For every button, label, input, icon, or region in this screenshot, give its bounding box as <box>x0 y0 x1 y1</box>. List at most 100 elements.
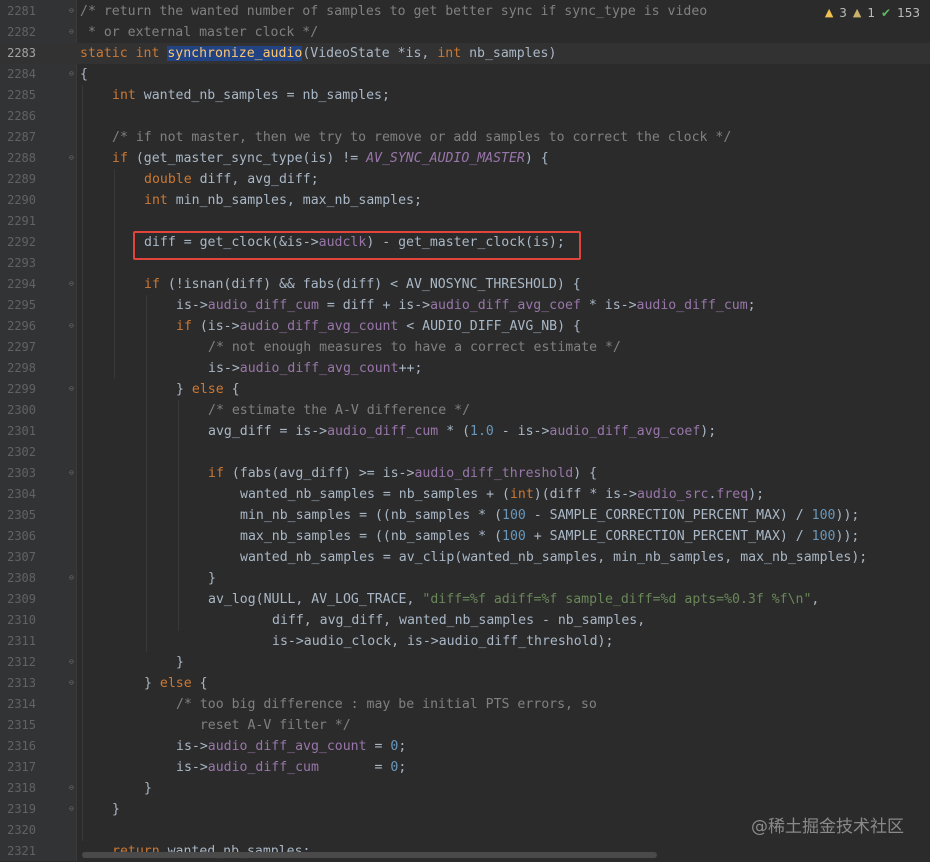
code-line[interactable]: 2298 is->audio_diff_avg_count++; <box>0 358 930 379</box>
fold-marker-icon[interactable]: ⊖ <box>69 322 76 330</box>
code-line[interactable]: 2294 ⊖ if (!isnan(diff) && fabs(diff) < AV… <box>0 274 930 295</box>
code-line[interactable]: 2304 wanted_nb_samples = nb_samples + (in… <box>0 484 930 505</box>
code-text: max_nb_samples = ((nb_samples * (100 + S… <box>240 526 859 547</box>
line-number: 2309 <box>7 592 36 606</box>
code-token: wanted_nb_samples = nb_samples + ( <box>240 487 510 502</box>
code-line[interactable]: 2308 ⊖} <box>0 568 930 589</box>
code-token: is->audio_clock, is->audio_diff_threshol… <box>272 634 614 649</box>
code-line[interactable]: 2303 ⊖ if (fabs(avg_diff) >= is->audio_dif… <box>0 463 930 484</box>
code-line[interactable]: 2318 ⊖} <box>0 778 930 799</box>
code-line[interactable]: 2297 /* not enough measures to have a cor… <box>0 337 930 358</box>
code-line[interactable]: 2309 av_log(NULL, AV_LOG_TRACE, "diff=%f … <box>0 589 930 610</box>
code-line[interactable]: 2302 <box>0 442 930 463</box>
code-token: (fabs(avg_diff) >= is-> <box>231 466 415 481</box>
line-number: 2313 <box>7 676 36 690</box>
fold-marker-icon[interactable]: ⊖ <box>69 574 76 582</box>
line-number: 2316 <box>7 739 36 753</box>
fold-marker-icon[interactable]: ⊖ <box>69 280 76 288</box>
horizontal-scrollbar[interactable] <box>82 852 657 858</box>
code-line[interactable]: 2301 avg_diff = is->audio_diff_cum * (1.0… <box>0 421 930 442</box>
code-token: reset A-V filter */ <box>176 718 351 733</box>
line-number: 2287 <box>7 130 36 144</box>
fold-marker-icon[interactable]: ⊖ <box>69 658 76 666</box>
code-line[interactable]: 2311 is->audio_clock, is->audio_diff_thre… <box>0 631 930 652</box>
code-text: min_nb_samples = ((nb_samples * (100 - S… <box>240 505 859 526</box>
code-token: /* if not master, then we try to remove … <box>112 130 732 145</box>
code-line[interactable]: 2285 int wanted_nb_samples = nb_samples; <box>0 85 930 106</box>
code-token: (!isnan(diff) && fabs(diff) < AV_NOSYNC_… <box>167 277 581 292</box>
line-number: 2305 <box>7 508 36 522</box>
code-line[interactable]: 2314 /* too big difference : may be initi… <box>0 694 930 715</box>
code-text: is->audio_diff_cum = 0; <box>176 757 406 778</box>
code-line[interactable]: 2281 ⊖ /* return the wanted number of samp… <box>0 1 930 22</box>
line-number: 2298 <box>7 361 36 375</box>
code-token: (is-> <box>199 319 240 334</box>
code-token: * is-> <box>580 298 637 313</box>
code-token: /* estimate the A-V difference */ <box>208 403 471 418</box>
code-line[interactable]: 2291 <box>0 211 930 232</box>
code-line[interactable]: 2305 min_nb_samples = ((nb_samples * (100… <box>0 505 930 526</box>
indent-guide <box>114 169 115 379</box>
code-line[interactable]: 2290 int min_nb_samples, max_nb_samples; <box>0 190 930 211</box>
fold-marker-icon[interactable]: ⊖ <box>69 805 76 813</box>
line-number: 2282 <box>7 25 36 39</box>
code-line[interactable]: 2284 ⊖ { <box>0 64 930 85</box>
code-line[interactable]: 2296 ⊖ if (is->audio_diff_avg_count < AUDI… <box>0 316 930 337</box>
code-token: max_nb_samples = ((nb_samples * ( <box>240 529 503 544</box>
code-text: /* not enough measures to have a correct… <box>208 337 621 358</box>
fold-marker-icon[interactable]: ⊖ <box>69 7 76 15</box>
fold-marker-icon[interactable]: ⊖ <box>69 469 76 477</box>
code-text: if (fabs(avg_diff) >= is->audio_diff_thr… <box>208 463 597 484</box>
line-number: 2300 <box>7 403 36 417</box>
code-token: * ( <box>438 424 471 439</box>
fold-marker-icon[interactable]: ⊖ <box>69 154 76 162</box>
code-line[interactable]: 2306 max_nb_samples = ((nb_samples * (100… <box>0 526 930 547</box>
code-token: ; <box>398 739 407 754</box>
code-line[interactable]: 2295 is->audio_diff_cum = diff + is->audi… <box>0 295 930 316</box>
code-token: } <box>144 676 160 691</box>
line-number: 2290 <box>7 193 36 207</box>
line-number: 2299 <box>7 382 36 396</box>
code-line[interactable]: 2317 is->audio_diff_cum = 0; <box>0 757 930 778</box>
code-line[interactable]: 2299 ⊖} else { <box>0 379 930 400</box>
code-token: nb_samples) <box>469 46 557 61</box>
code-text: reset A-V filter */ <box>176 715 351 736</box>
fold-marker-icon[interactable]: ⊖ <box>69 70 76 78</box>
code-line[interactable]: 2310 diff, avg_diff, wanted_nb_samples - … <box>0 610 930 631</box>
inspection-widget[interactable]: ▲ 3 ▲ 1 ✔ 153 <box>825 4 920 22</box>
code-text: is->audio_diff_avg_count++; <box>208 358 422 379</box>
code-line[interactable]: 2283 static int synchronize_audio(VideoSt… <box>0 43 930 64</box>
code-token: ++; <box>398 361 423 376</box>
code-token: synchronize_audio <box>167 46 303 61</box>
indent-guide <box>146 295 147 652</box>
code-editor[interactable]: 2281 ⊖ /* return the wanted number of samp… <box>0 0 930 861</box>
line-number: 2307 <box>7 550 36 564</box>
code-line[interactable]: 2300 /* estimate the A-V difference */ <box>0 400 930 421</box>
fold-marker-icon[interactable]: ⊖ <box>69 784 76 792</box>
code-token: } <box>208 571 216 586</box>
line-number: 2301 <box>7 424 36 438</box>
code-text: * or external master clock */ <box>80 22 318 43</box>
code-line[interactable]: 2307 wanted_nb_samples = av_clip(wanted_n… <box>0 547 930 568</box>
code-token: double <box>144 172 200 187</box>
code-token: if <box>112 151 136 166</box>
code-line[interactable]: 2289 double diff, avg_diff; <box>0 169 930 190</box>
code-token: is-> <box>176 760 208 775</box>
code-line[interactable]: 2316 is->audio_diff_avg_count = 0; <box>0 736 930 757</box>
fold-marker-icon[interactable]: ⊖ <box>69 679 76 687</box>
code-line[interactable]: 2282 ⊖ * or external master clock */ <box>0 22 930 43</box>
code-line[interactable]: 2315 reset A-V filter */ <box>0 715 930 736</box>
code-line[interactable]: 2288 ⊖ if (get_master_sync_type(is) != AV_… <box>0 148 930 169</box>
code-line[interactable]: 2286 <box>0 106 930 127</box>
code-text: if (get_master_sync_type(is) != AV_SYNC_… <box>112 148 549 169</box>
code-text: int min_nb_samples, max_nb_samples; <box>144 190 422 211</box>
code-line[interactable]: 2312 ⊖} <box>0 652 930 673</box>
code-text: is->audio_diff_cum = diff + is->audio_di… <box>176 295 756 316</box>
code-token: = diff + is-> <box>318 298 431 313</box>
code-line[interactable]: 2287 /* if not master, then we try to rem… <box>0 127 930 148</box>
code-line[interactable]: 2313 ⊖} else { <box>0 673 930 694</box>
line-number: 2304 <box>7 487 36 501</box>
fold-marker-icon[interactable]: ⊖ <box>69 28 76 36</box>
fold-marker-icon[interactable]: ⊖ <box>69 385 76 393</box>
line-number: 2293 <box>7 256 36 270</box>
